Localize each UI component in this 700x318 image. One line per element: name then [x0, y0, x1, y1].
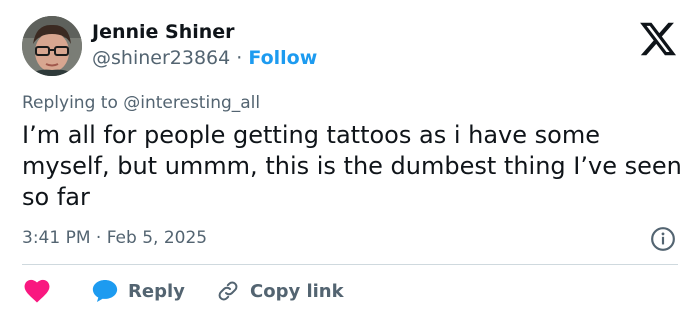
timestamp[interactable]: 3:41 PM · Feb 5, 2025	[22, 228, 207, 248]
divider	[22, 264, 678, 265]
author-handle-row: @shiner23864 · Follow	[92, 47, 317, 69]
reply-label: Reply	[128, 280, 185, 302]
x-logo-icon[interactable]	[638, 19, 678, 59]
author-name[interactable]: Jennie Shiner	[92, 21, 235, 43]
info-icon[interactable]	[650, 226, 676, 252]
copy-link-label: Copy link	[250, 280, 344, 302]
follow-button[interactable]: Follow	[248, 47, 317, 69]
tweet-card: Jennie Shiner @shiner23864 · Follow Repl…	[0, 0, 700, 318]
tweet-text: I’m all for people getting tattoos as i …	[22, 121, 682, 211]
replying-mention[interactable]: @interesting_all	[123, 93, 260, 113]
copy-link-button[interactable]: Copy link	[216, 276, 344, 306]
action-bar: Reply Copy link	[22, 276, 682, 306]
separator: ·	[236, 47, 243, 69]
heart-icon	[24, 279, 50, 303]
link-icon	[218, 281, 238, 301]
replying-prefix: Replying to	[22, 93, 124, 113]
speech-bubble-icon	[92, 279, 118, 303]
replying-to: Replying to @interesting_all	[22, 93, 260, 113]
avatar[interactable]	[22, 16, 82, 76]
author-handle[interactable]: @shiner23864	[92, 47, 230, 69]
reply-button[interactable]: Reply	[92, 276, 185, 306]
like-button[interactable]	[24, 276, 50, 306]
